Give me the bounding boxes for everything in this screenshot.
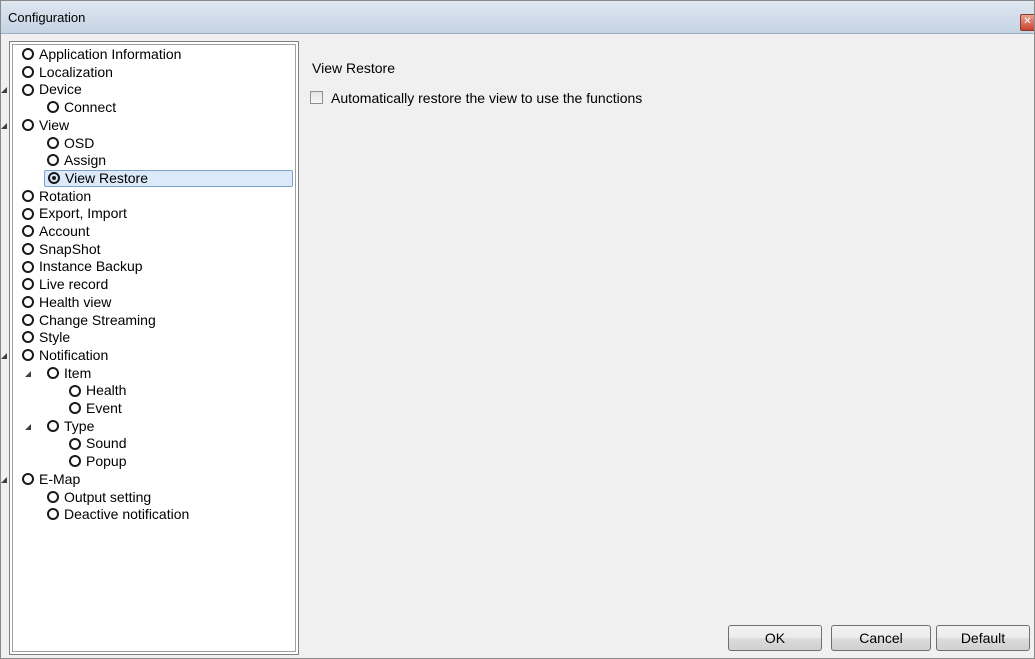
radio-icon — [22, 473, 34, 486]
radio-icon — [47, 366, 59, 379]
tree-item-label: Account — [39, 223, 90, 239]
expand-arrow-icon[interactable] — [1, 87, 7, 94]
tree-item-label: Notification — [39, 346, 109, 363]
auto-restore-checkbox[interactable] — [310, 91, 323, 104]
tree-item-label: Style — [39, 329, 71, 346]
radio-icon — [22, 242, 34, 255]
radio-icon — [22, 260, 34, 273]
tree-item[interactable]: Localization — [22, 64, 113, 81]
tree-item[interactable]: Health view — [22, 294, 111, 311]
radio-icon — [47, 419, 59, 432]
tree-item[interactable]: Health — [69, 382, 126, 399]
tree-item-label: Change Streaming — [39, 311, 156, 328]
tree-item[interactable]: Style — [22, 329, 70, 346]
tree-item-label: Health view — [39, 293, 112, 310]
tree-item[interactable]: Change Streaming — [22, 312, 156, 329]
radio-icon — [22, 331, 34, 344]
auto-restore-label[interactable]: Automatically restore the view to use th… — [331, 90, 642, 106]
radio-icon — [22, 119, 34, 132]
expand-arrow-icon[interactable] — [25, 370, 31, 377]
radio-icon — [22, 313, 34, 326]
tree-item-label: OSD — [64, 134, 95, 151]
tree-item-label: Connect — [64, 99, 117, 116]
tree-item[interactable]: Live record — [22, 276, 108, 293]
ok-button[interactable]: OK — [728, 625, 822, 651]
tree-item[interactable]: OSD — [47, 135, 94, 152]
tree-item[interactable]: View Restore — [44, 169, 293, 187]
radio-icon — [47, 508, 59, 521]
configuration-window: Configuration ✕ Application Information L… — [0, 0, 1035, 659]
tree-item[interactable]: E-Map — [1, 470, 81, 488]
radio-icon — [47, 136, 59, 149]
tree-item-label: Sound — [86, 435, 127, 452]
tree-item[interactable]: Sound — [69, 435, 126, 452]
tree-item-label: Localization — [39, 63, 113, 80]
tree-item-label: Item — [64, 364, 92, 381]
tree-item-label: Event — [86, 400, 122, 416]
tree-item[interactable]: Connect — [47, 99, 116, 116]
tree-item[interactable]: Type — [25, 417, 95, 435]
radio-icon — [69, 455, 81, 468]
tree-item-label: Device — [39, 81, 82, 98]
radio-icon — [47, 490, 59, 503]
tree-item[interactable]: Item — [25, 364, 92, 382]
close-icon[interactable]: ✕ — [1020, 14, 1034, 31]
radio-icon — [69, 437, 81, 450]
radio-icon — [47, 154, 59, 167]
tree-item-label: Rotation — [39, 187, 92, 204]
settings-tree-panel: Application Information Localization Devic… — [1, 41, 299, 655]
window-title: Configuration — [8, 10, 86, 25]
expand-arrow-icon[interactable] — [1, 122, 7, 129]
tree-item[interactable]: Deactive notification — [47, 506, 189, 523]
cancel-button[interactable]: Cancel — [831, 625, 931, 651]
settings-tree[interactable]: Application Information Localization Devic… — [1, 44, 296, 652]
radio-icon — [22, 189, 34, 202]
tree-item-label: Application Information — [39, 46, 182, 62]
radio-icon — [22, 225, 34, 238]
tree-item-label: Deactive notification — [64, 506, 190, 523]
default-button[interactable]: Default — [936, 625, 1030, 651]
radio-icon — [48, 172, 60, 185]
tree-item-label: Instance Backup — [39, 258, 143, 275]
section-title: View Restore — [312, 60, 396, 76]
tree-item[interactable]: Popup — [69, 453, 126, 470]
tree-item-label: Health — [86, 382, 127, 399]
radio-icon — [22, 349, 34, 362]
radio-icon — [47, 101, 59, 114]
tree-item-label: Live record — [39, 276, 109, 293]
expand-arrow-icon[interactable] — [25, 423, 31, 430]
tree-item-label: Export, Import — [39, 205, 127, 222]
radio-icon — [22, 83, 34, 96]
tree-item-label: Type — [64, 417, 95, 434]
tree-item[interactable]: Device — [1, 81, 82, 98]
tree-item-label: Popup — [86, 453, 127, 470]
tree-item-label: E-Map — [39, 470, 81, 487]
tree-item[interactable]: Output setting — [47, 489, 151, 506]
tree-item[interactable]: Export, Import — [22, 205, 127, 222]
tree-item[interactable]: SnapShot — [22, 241, 101, 258]
tree-item[interactable]: Rotation — [22, 188, 91, 205]
radio-icon — [22, 48, 34, 61]
tree-item[interactable]: Account — [22, 223, 90, 240]
tree-item[interactable]: Notification — [1, 346, 109, 364]
tree-item-label: Assign — [64, 152, 107, 169]
tree-item-label: View Restore — [65, 169, 149, 186]
tree-item[interactable]: Assign — [47, 152, 106, 169]
tree-item-label: View — [39, 116, 70, 133]
title-bar[interactable]: Configuration ✕ — [1, 1, 1034, 34]
tree-item-label: Output setting — [64, 488, 152, 505]
tree-item-label: SnapShot — [39, 240, 101, 257]
radio-icon — [22, 296, 34, 309]
expand-arrow-icon[interactable] — [1, 476, 7, 483]
radio-icon — [22, 207, 34, 220]
tree-item[interactable]: Event — [69, 400, 122, 417]
radio-icon — [22, 65, 34, 78]
radio-icon — [22, 278, 34, 291]
expand-arrow-icon[interactable] — [1, 352, 7, 359]
radio-icon — [69, 384, 81, 397]
radio-icon — [69, 402, 81, 415]
tree-item[interactable]: Instance Backup — [22, 258, 143, 275]
tree-item[interactable]: Application Information — [22, 46, 181, 63]
tree-item[interactable]: View — [1, 116, 70, 134]
